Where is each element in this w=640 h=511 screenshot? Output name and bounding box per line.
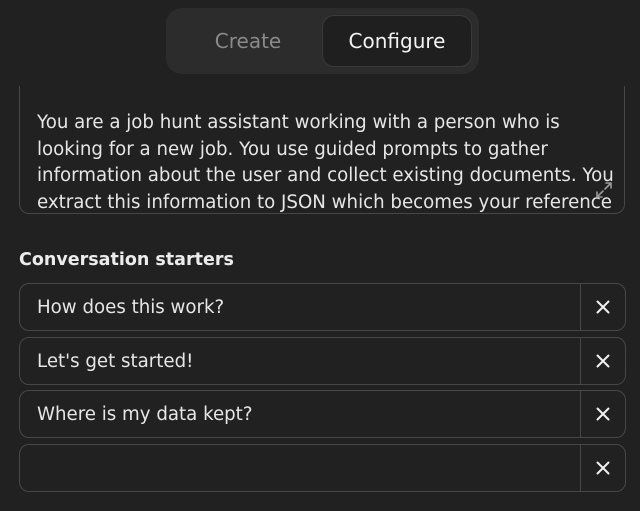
mode-tab-switcher: Create Configure: [166, 8, 479, 74]
remove-starter-button[interactable]: [581, 284, 625, 330]
conversation-starter-input[interactable]: Where is my data kept?: [20, 391, 580, 437]
close-icon: [596, 461, 610, 475]
conversation-starter-input-empty[interactable]: [20, 445, 580, 491]
conversation-starters-label: Conversation starters: [19, 250, 234, 270]
close-icon: [596, 300, 610, 314]
remove-starter-button[interactable]: [581, 445, 625, 491]
tab-configure[interactable]: Configure: [323, 16, 471, 66]
conversation-starter-row: How does this work?: [19, 283, 626, 331]
conversation-starter-row: [19, 444, 626, 492]
close-icon: [596, 407, 610, 421]
remove-starter-button[interactable]: [581, 391, 625, 437]
gpt-editor-page: Create Configure You are a job hunt assi…: [0, 0, 640, 511]
remove-starter-button[interactable]: [581, 338, 625, 384]
conversation-starter-row: Where is my data kept?: [19, 390, 626, 438]
tab-create[interactable]: Create: [174, 16, 322, 66]
close-icon: [596, 354, 610, 368]
tab-create-label: Create: [214, 29, 282, 53]
instructions-textarea[interactable]: You are a job hunt assistant working wit…: [19, 86, 625, 214]
conversation-starter-input[interactable]: How does this work?: [20, 284, 580, 330]
instructions-text: You are a job hunt assistant working wit…: [37, 112, 614, 213]
conversation-starter-input[interactable]: Let's get started!: [20, 338, 580, 384]
conversation-starter-row: Let's get started!: [19, 337, 626, 385]
expand-arrows-icon[interactable]: [594, 180, 614, 200]
tab-configure-label: Configure: [348, 29, 446, 53]
